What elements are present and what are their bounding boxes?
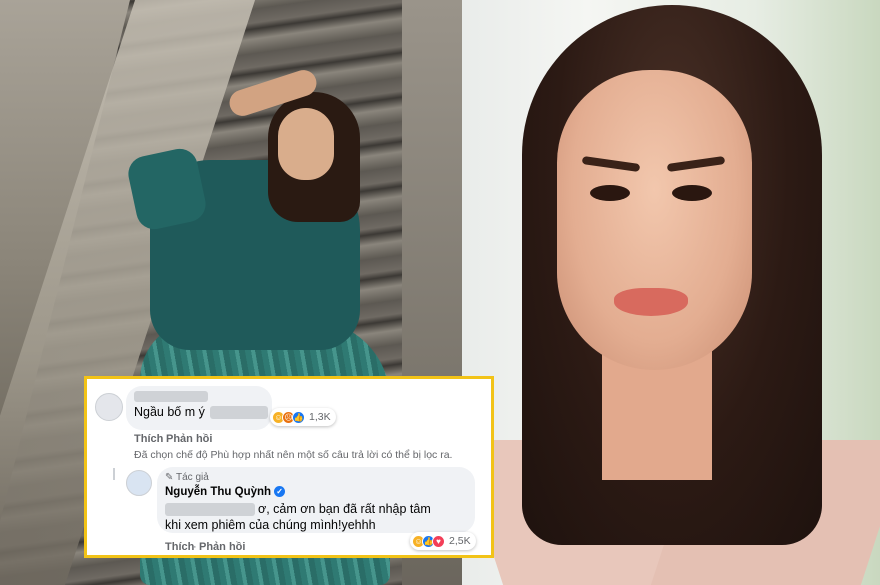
action-separator: ·	[160, 433, 164, 445]
action-separator: ·	[193, 541, 197, 553]
portrait-photo	[462, 0, 880, 585]
like-action[interactable]: Thích	[134, 433, 163, 445]
author-badge: ✎ Tác giả	[165, 472, 209, 483]
comment-text: Ngầu bố m ý	[134, 405, 205, 419]
reaction-summary[interactable]: ☺ ☹ 👍 1,3K	[270, 408, 336, 426]
reaction-count: 1,3K	[309, 411, 331, 423]
face	[278, 108, 334, 180]
redacted-mention	[165, 503, 255, 516]
portrait-face	[557, 70, 752, 370]
love-icon: ♥	[432, 534, 445, 548]
pen-icon: ✎	[165, 472, 174, 483]
thread-connector	[113, 468, 115, 480]
commenter-avatar[interactable]	[95, 393, 123, 421]
author-avatar[interactable]	[126, 470, 152, 496]
reply-text-line2: khi xem phiêm của chúng mình!yehhh	[165, 518, 376, 532]
lips	[614, 288, 688, 316]
reply-action[interactable]: Phản hồi	[166, 433, 212, 445]
left-eye	[590, 185, 630, 201]
author-badge-label: Tác giả	[176, 472, 209, 483]
filter-notice: Đã chọn chế độ Phù hợp nhất nên một số c…	[134, 449, 453, 461]
redacted-name	[134, 391, 208, 402]
reply-text-line1: ơ, cảm ơn bạn đã rất nhập tâm	[258, 502, 431, 516]
reply-like-action[interactable]: Thích	[165, 541, 194, 553]
verified-icon: ✓	[274, 486, 286, 497]
reply-reaction-count: 2,5K	[449, 535, 471, 547]
reply-author-name: Nguyễn Thu Quỳnh	[165, 486, 272, 498]
reply-reaction-summary[interactable]: ☺ 👍 ♥ 2,5K	[410, 532, 476, 550]
right-eye	[672, 185, 712, 201]
reply-reply-action[interactable]: Phản hồi	[199, 541, 245, 553]
redacted-text	[210, 406, 268, 419]
like-icon: 👍	[292, 410, 305, 424]
reply-author[interactable]: Nguyễn Thu Quỳnh ✓	[165, 486, 286, 498]
